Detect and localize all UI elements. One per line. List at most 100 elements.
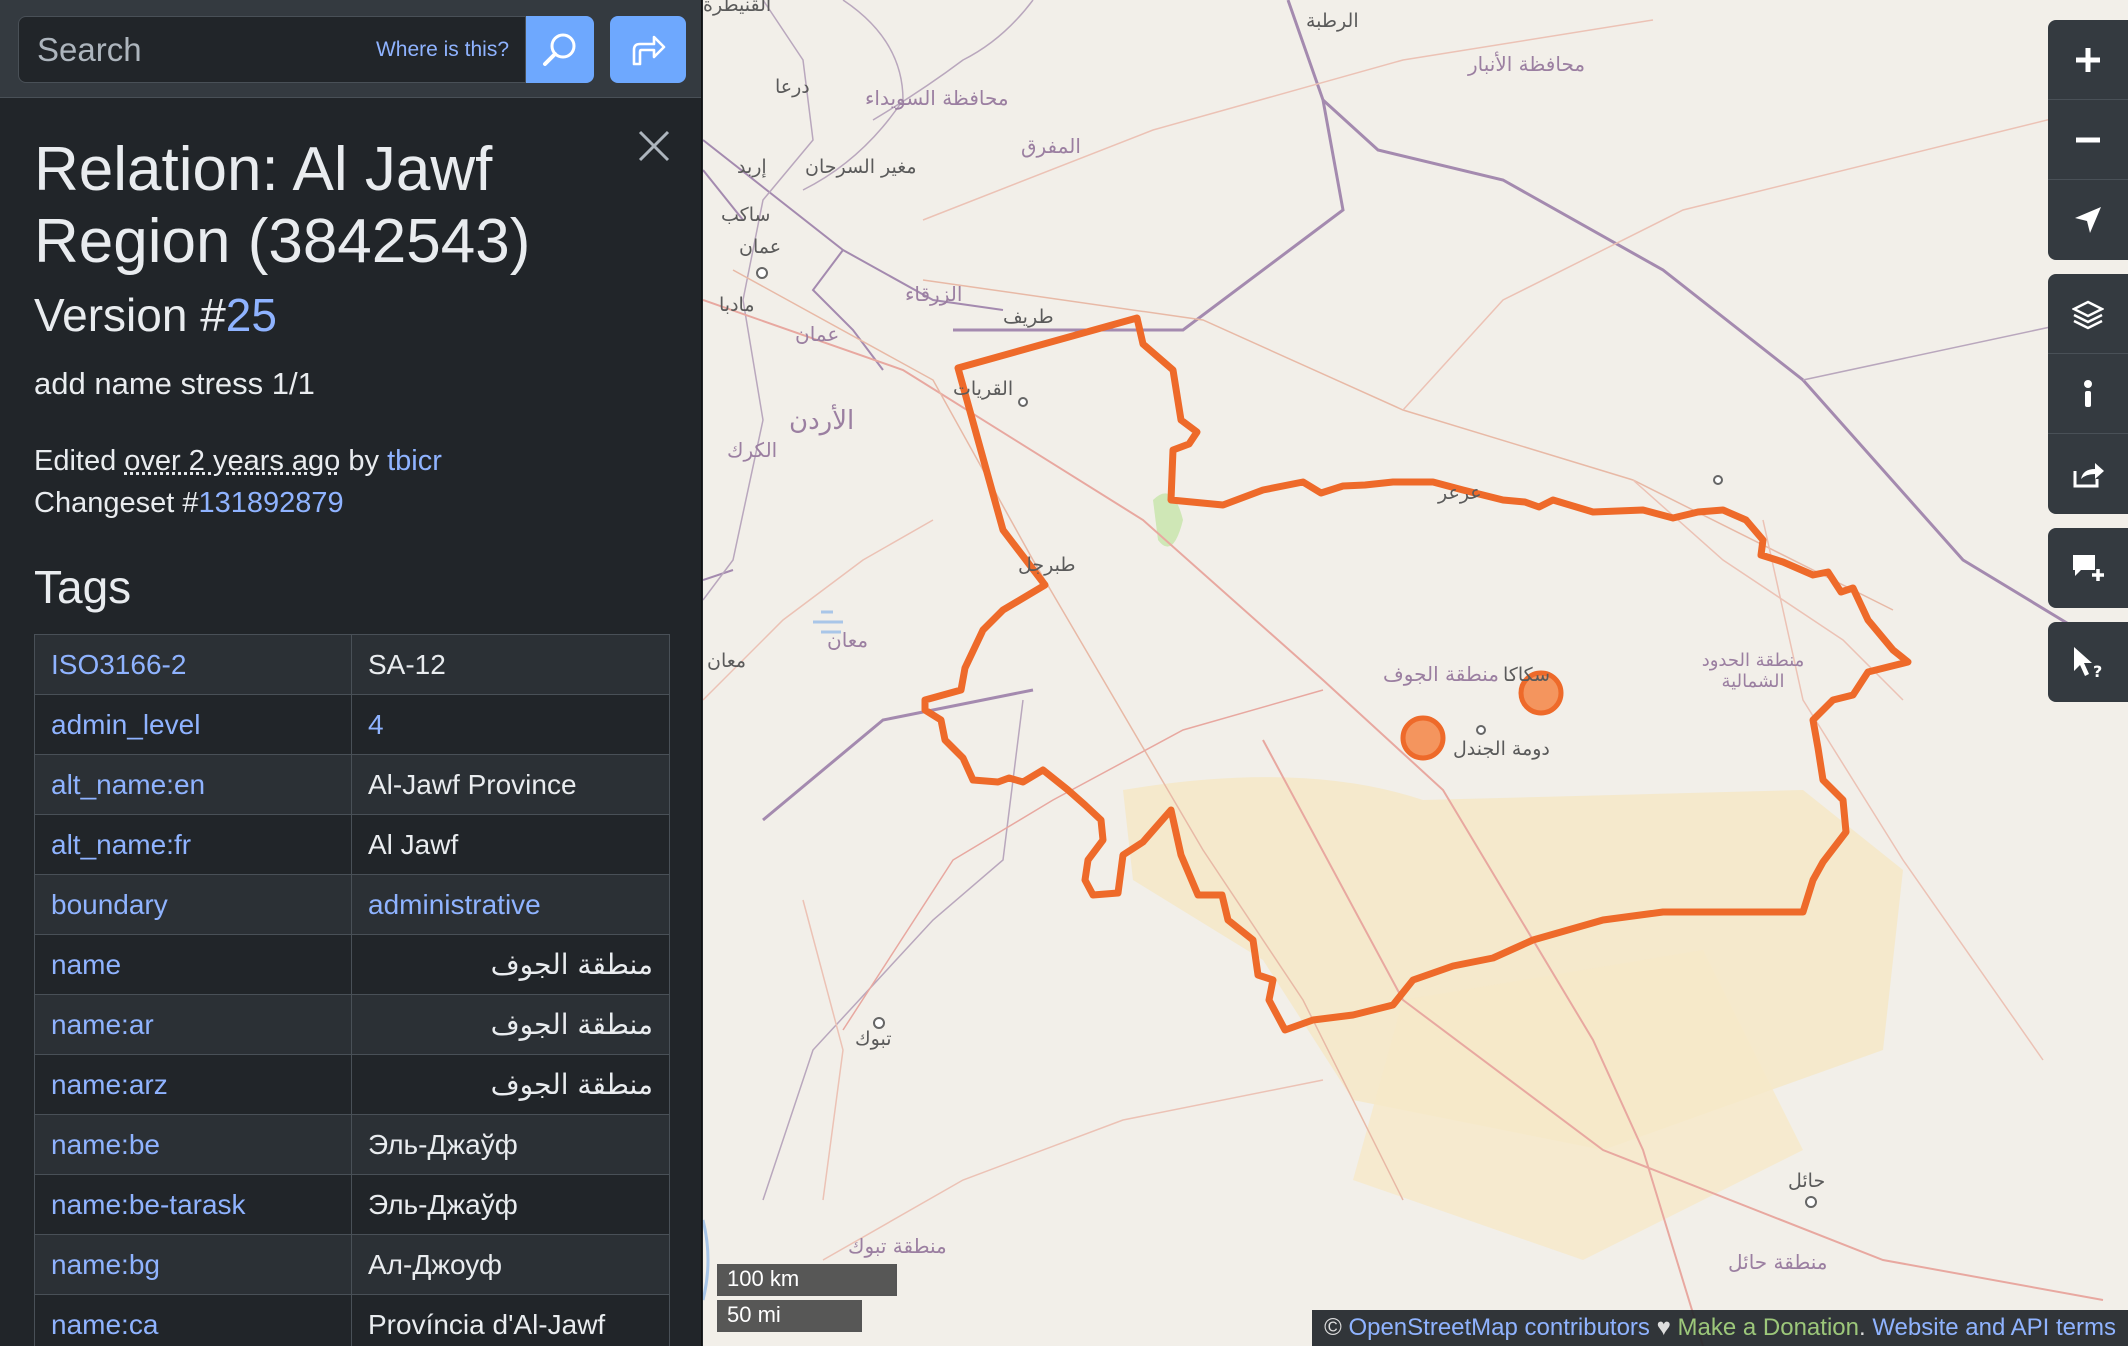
query-features-button[interactable]: ? (2048, 622, 2128, 702)
zoom-out-button[interactable] (2048, 100, 2128, 180)
region-border (762, 699, 1024, 1201)
coast (703, 1219, 710, 1301)
tag-value: Ал-Джоуф (351, 1234, 670, 1295)
scale-mi: 50 mi (717, 1300, 862, 1332)
svg-text:?: ? (2093, 662, 2102, 679)
tag-value: Província d'Al-Jawf (351, 1294, 670, 1346)
search-button[interactable] (526, 16, 594, 83)
country-border (762, 688, 1034, 822)
share-icon (2073, 463, 2104, 488)
region-label: محافظة الأنبار (1468, 52, 1586, 76)
country-border (953, 0, 1345, 332)
changeset-label: Changeset # (34, 487, 199, 519)
zoom-in-button[interactable] (2048, 20, 2128, 100)
table-row: name منطقة الجوف (34, 934, 670, 995)
tag-key[interactable]: name:ar (34, 994, 352, 1055)
table-row: alt_name:en Al-Jawf Province (34, 754, 670, 815)
table-row: boundary administrative (34, 874, 670, 935)
donate-link[interactable]: Make a Donation (1678, 1314, 1859, 1341)
map-key-button[interactable] (2048, 354, 2128, 434)
place-label: القنيطرة (703, 0, 772, 16)
user-link[interactable]: tbicr (387, 445, 442, 477)
directions-icon (632, 35, 666, 65)
attribution-separator: . (1858, 1314, 1866, 1341)
tag-value: Эль-Джаўф (351, 1114, 670, 1175)
region-label: منطقة تبوك (848, 1234, 947, 1258)
region-label: عمان (795, 322, 840, 346)
tag-key[interactable]: name:ca (34, 1294, 352, 1346)
region-label: منطقة الجوف (1383, 662, 1499, 686)
tag-key[interactable]: admin_level (34, 694, 352, 755)
table-row: name:be Эль-Джаўф (34, 1114, 670, 1175)
region-label: الكرك (727, 438, 778, 462)
region-label: معان (827, 628, 869, 652)
info-icon (2084, 379, 2092, 407)
table-row: name:arz منطقة الجوف (34, 1054, 670, 1115)
close-icon[interactable] (636, 128, 672, 164)
tag-value: منطقة الجوف (351, 994, 670, 1055)
table-row: name:bg Ал-Джоуф (34, 1234, 670, 1295)
tags-heading: Tags (34, 561, 132, 613)
where-is-this-link[interactable]: Where is this? (376, 38, 509, 62)
search-input[interactable] (19, 17, 359, 82)
country-border (703, 569, 734, 581)
place-label: حائل (1788, 1170, 1826, 1192)
layers-button[interactable] (2048, 274, 2128, 354)
tag-key[interactable]: name:bg (34, 1234, 352, 1295)
town-dot (1713, 475, 1723, 485)
tags-table: ISO3166-2 SA-12 admin_level 4 alt_name:en Al-… (34, 634, 670, 1346)
place-label: درعا (775, 76, 810, 98)
table-row: name:be-tarask Эль-Джаўф (34, 1174, 670, 1235)
road (802, 899, 844, 1201)
scale-bar: 100 km 50 mi (717, 1260, 897, 1332)
changeset-comment: add name stress 1/1 (34, 366, 315, 401)
tag-key[interactable]: name:be-tarask (34, 1174, 352, 1235)
place-label: عمان (739, 236, 782, 258)
town-dot (756, 267, 768, 279)
changeset-link[interactable]: 131892879 (198, 487, 343, 519)
tag-key[interactable]: name (34, 934, 352, 995)
tag-value[interactable]: administrative (351, 874, 670, 935)
osm-contributors-link[interactable]: OpenStreetMap contributors (1348, 1314, 1650, 1341)
page-title: Relation: Al Jawf Region (3842543) (34, 135, 531, 276)
tag-value[interactable]: 4 (351, 694, 670, 755)
terms-link[interactable]: Website and API terms (1872, 1314, 2116, 1341)
table-row: admin_level 4 (34, 694, 670, 755)
tag-value: SA-12 (351, 634, 670, 695)
place-label: مادبا (719, 294, 755, 316)
version-link[interactable]: 25 (226, 289, 277, 341)
version-line: Version #25 (34, 288, 668, 342)
region-label: الأردن (789, 406, 855, 436)
town-dot (1018, 397, 1028, 407)
place-label: طبرجل (1018, 554, 1076, 576)
tag-key[interactable]: name:be (34, 1114, 352, 1175)
heart-symbol: ♥ (1656, 1314, 1671, 1341)
town-dot (1805, 1196, 1817, 1208)
feature-panel: Relation: Al Jawf Region (3842543) Versi… (0, 98, 701, 1346)
tag-key[interactable]: alt_name:fr (34, 814, 352, 875)
tag-value: منطقة الجوف (351, 934, 670, 995)
tag-value: Эль-Джаўф (351, 1174, 670, 1235)
tag-key[interactable]: boundary (34, 874, 352, 935)
map[interactable]: القنيطرة الرطبة محافظة الأنبار درعا محافظة ا… (703, 0, 2128, 1346)
road (1402, 99, 2128, 411)
place-label: سكاكا (1503, 664, 1551, 686)
locate-button[interactable] (2048, 180, 2128, 260)
directions-button[interactable] (610, 16, 686, 83)
region-label: الزرقاء (905, 282, 963, 306)
add-note-button[interactable] (2048, 528, 2128, 608)
share-button[interactable] (2048, 434, 2128, 514)
search-bar: Where is this? (0, 0, 701, 98)
scale-km: 100 km (717, 1264, 897, 1296)
tag-key[interactable]: name:arz (34, 1054, 352, 1115)
table-row: name:ar منطقة الجوف (34, 994, 670, 1055)
place-label: الرطبة (1306, 10, 1359, 32)
tag-key[interactable]: alt_name:en (34, 754, 352, 815)
tag-value: Al-Jawf Province (351, 754, 670, 815)
place-label: دومة الجندل (1453, 738, 1550, 760)
tag-key[interactable]: ISO3166-2 (34, 634, 352, 695)
minus-icon (2076, 137, 2100, 142)
map-controls: ? (2048, 20, 2128, 716)
place-label: عرعر (1438, 482, 1482, 504)
version-label: Version # (34, 289, 226, 341)
